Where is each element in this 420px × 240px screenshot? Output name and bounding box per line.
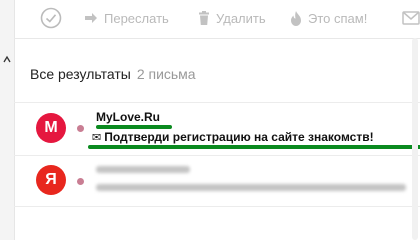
more-button[interactable] (402, 8, 420, 28)
delete-label: Удалить (216, 10, 266, 26)
spam-button[interactable]: Это спам! (290, 8, 367, 28)
folder-panel-edge (0, 0, 15, 240)
forward-label: Переслать (104, 10, 169, 26)
results-title: Все результаты (30, 66, 131, 82)
message-subject: Подтверди регистрацию на сайте знакомств… (104, 130, 374, 144)
message-toolbar: Переслать Удалить Это спам! (14, 0, 420, 39)
avatar: Я (36, 165, 66, 195)
obscured-sender (96, 166, 190, 173)
avatar: M (36, 113, 66, 143)
envelope-icon: ✉ (92, 132, 102, 144)
more-actions-icon (402, 11, 420, 25)
message-subject-line: ✉ Подтверди регистрацию на сайте знакомст… (92, 130, 374, 144)
chevron-left-icon[interactable] (0, 54, 14, 64)
scrollbar[interactable] (410, 38, 420, 240)
obscured-subject (96, 184, 406, 191)
message-row[interactable]: Я (14, 154, 420, 207)
delete-button[interactable]: Удалить (198, 8, 266, 28)
search-results-header: Все результаты 2 письма (30, 66, 196, 82)
forward-button[interactable]: Переслать (84, 8, 169, 28)
subject-highlight-underline (88, 145, 420, 149)
message-sender: MyLove.Ru (96, 110, 161, 124)
unread-dot-icon[interactable] (77, 178, 84, 185)
spam-label: Это спам! (308, 10, 368, 26)
message-row[interactable]: M MyLove.Ru ✉ Подтверди регистрацию на са… (14, 102, 420, 156)
forward-arrow-icon (85, 13, 97, 23)
results-count: 2 письма (136, 66, 196, 82)
trash-icon (199, 11, 209, 25)
flame-icon (291, 10, 301, 26)
sender-highlight-underline (96, 125, 172, 129)
select-all-checkbox-icon[interactable] (40, 7, 62, 29)
unread-dot-icon[interactable] (77, 125, 84, 132)
